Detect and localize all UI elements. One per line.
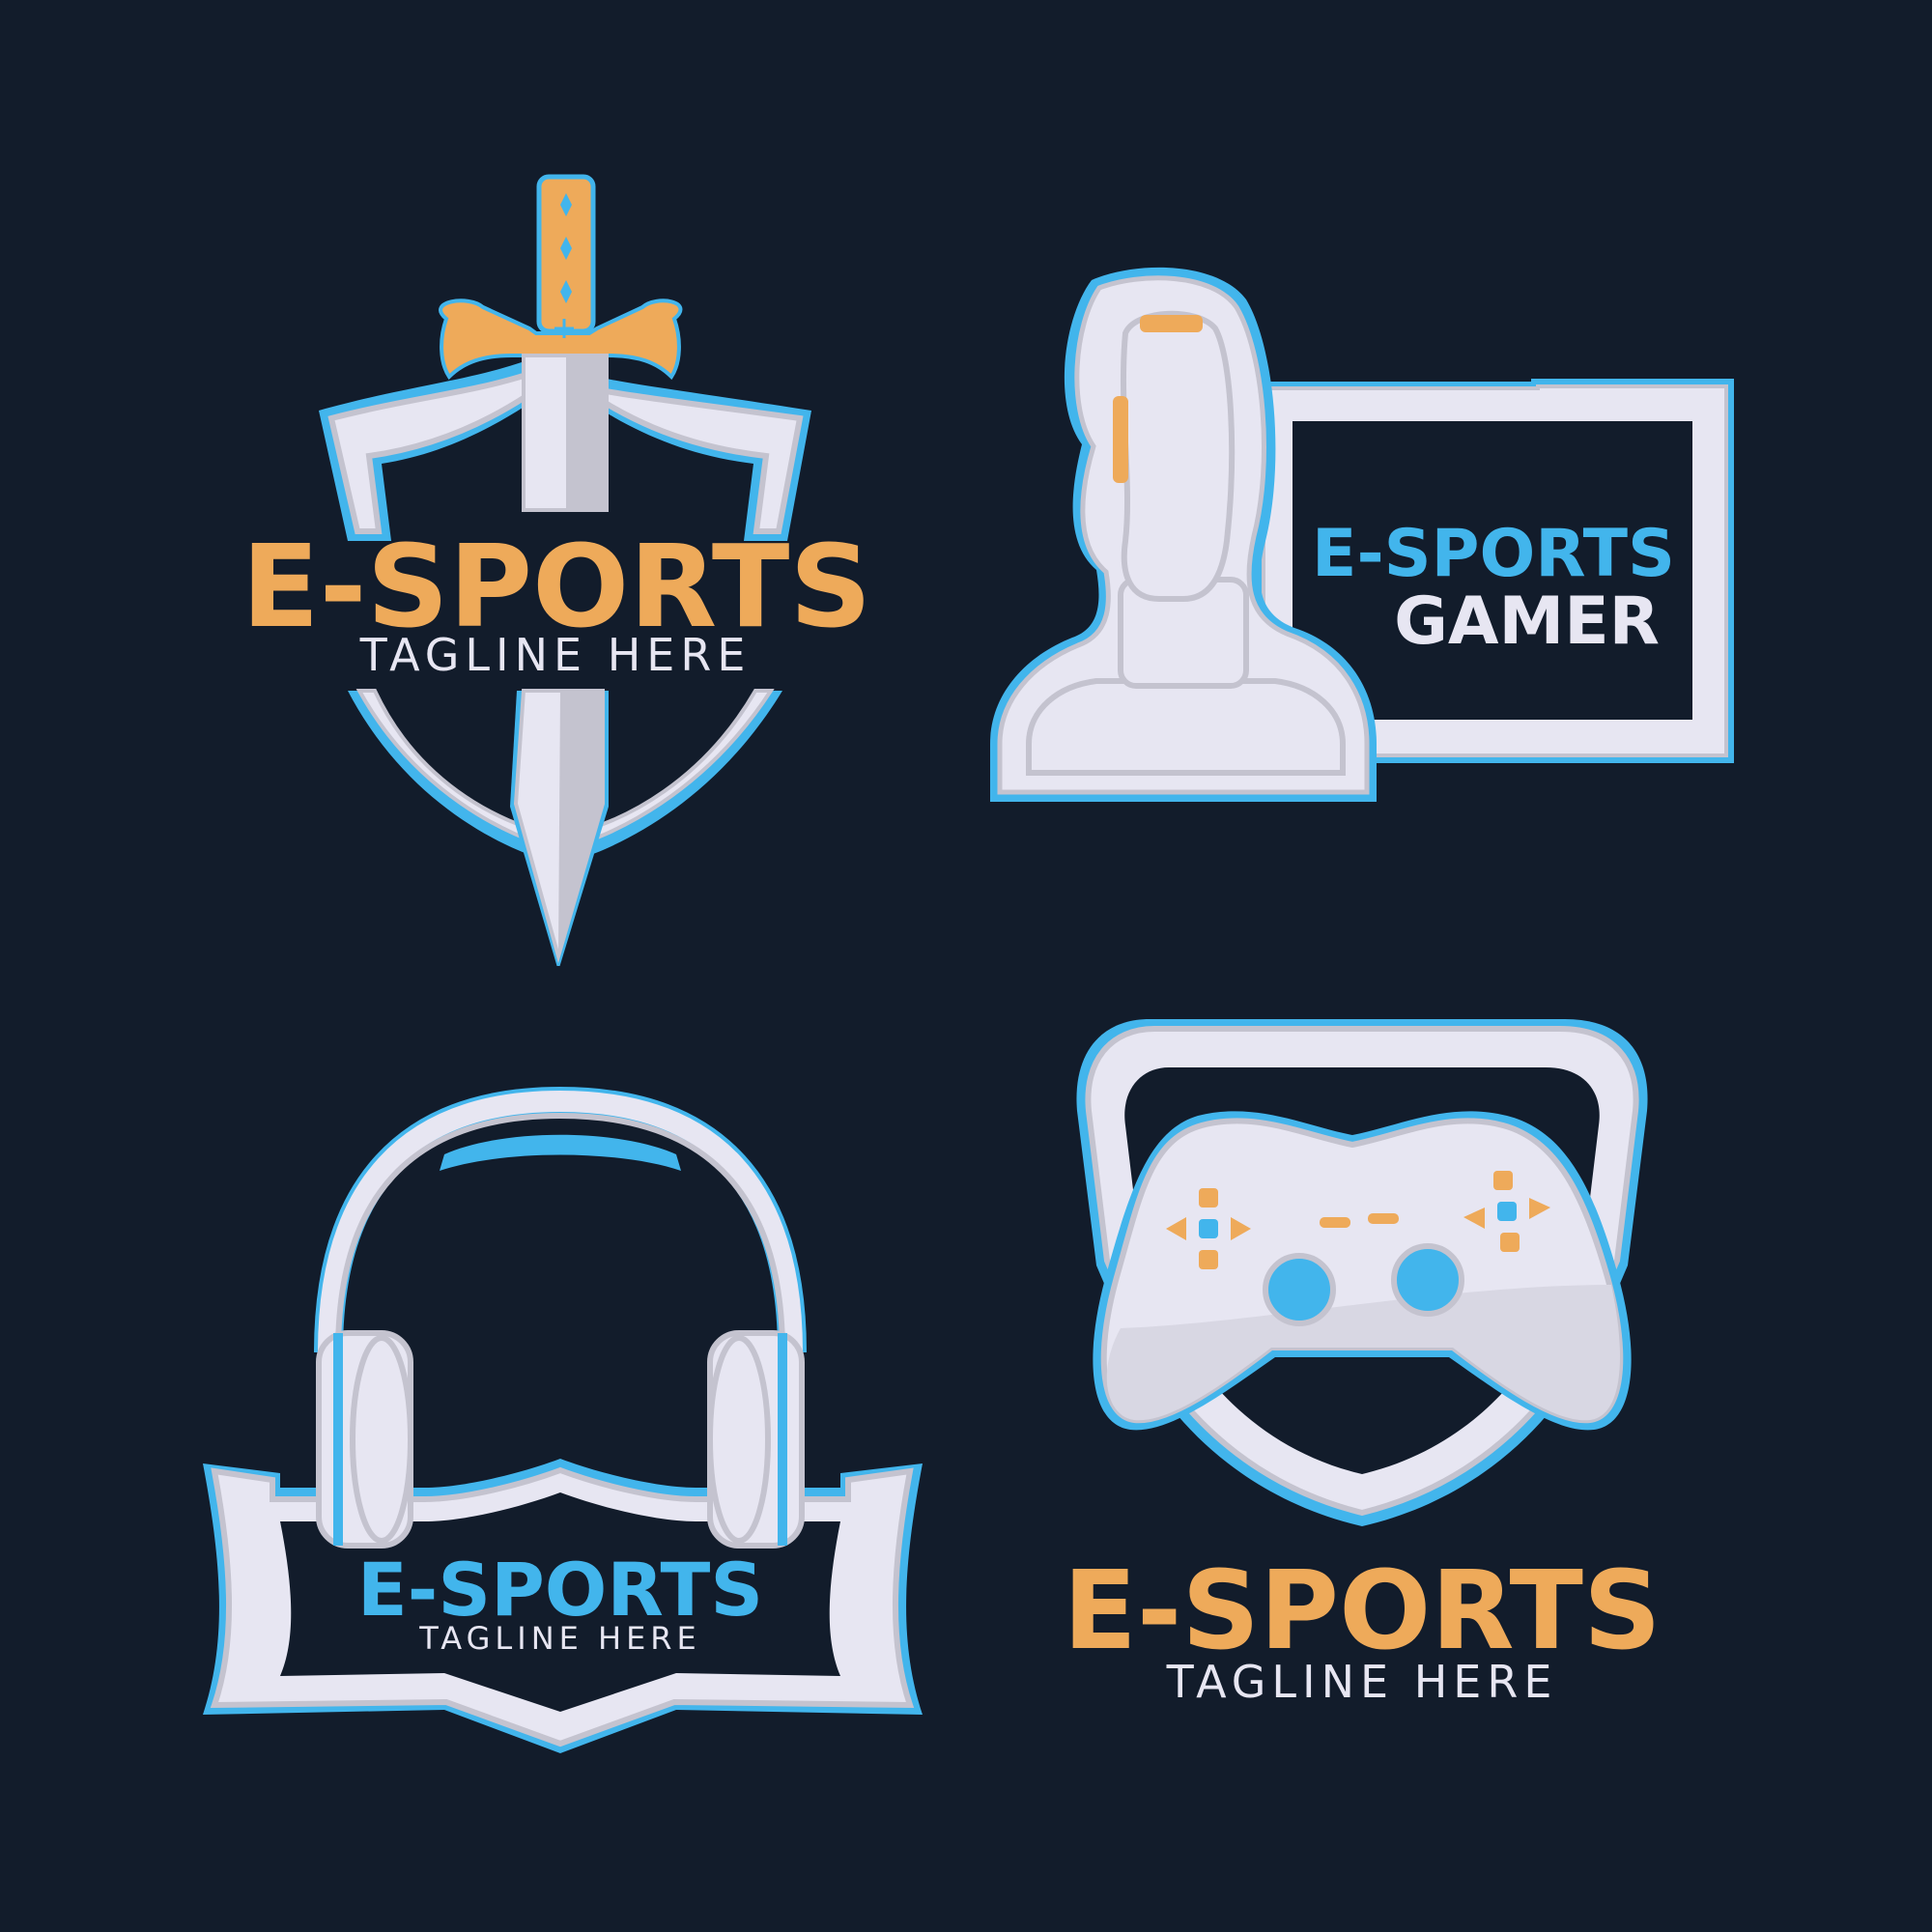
logo-sheet: E-SPORTS TAGLINE HERE E-SPORTS GAMER E-S… [0, 0, 1932, 1932]
logo-tagline: TAGLINE HERE [419, 1620, 701, 1657]
logo-tagline: TAGLINE HERE [1166, 1656, 1558, 1708]
logo-title: E-SPORTS [1063, 1548, 1662, 1674]
logo-gamepad: E-SPORTS TAGLINE HERE [966, 966, 1932, 1932]
joystick-icon [990, 267, 1734, 802]
logo-joystick: E-SPORTS GAMER [0, 0, 1932, 966]
gamepad-icon [1076, 1019, 1648, 1526]
logo-title: E-SPORTS [1312, 516, 1675, 592]
logo-title: E-SPORTS [356, 1547, 764, 1633]
logo-subtitle: GAMER [1394, 583, 1660, 660]
headphones-icon [203, 1086, 923, 1753]
logo-headphones: E-SPORTS TAGLINE HERE [0, 966, 966, 1932]
